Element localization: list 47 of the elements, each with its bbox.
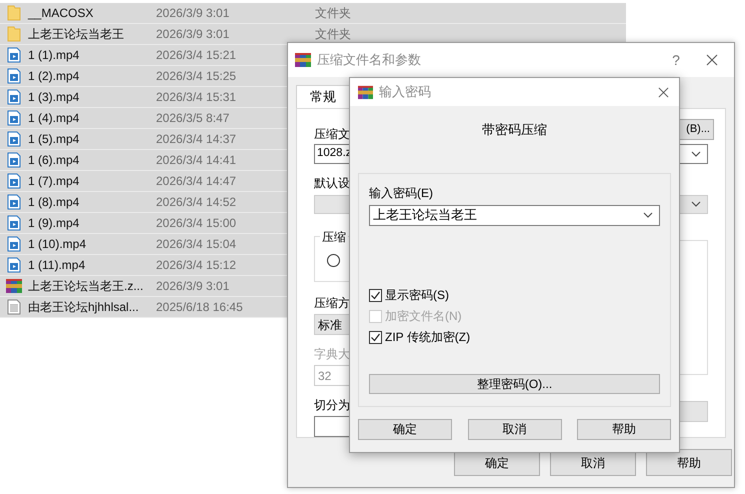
file-name: 1 (6).mp4 [28,152,80,169]
field-value: 标准 [318,316,342,334]
file-date: 2026/3/4 14:52 [156,195,236,209]
file-name: 1 (4).mp4 [28,110,80,127]
file-type: 文件夹 [315,5,351,22]
file-date: 2026/3/4 14:47 [156,174,236,188]
field-label: 输入密码(E) [369,184,434,202]
file-name: 1 (3).mp4 [28,89,80,106]
field-label: 字典大 [314,346,350,363]
checkbox-label: 显示密码(S) [385,287,449,304]
file-date: 2026/3/4 14:41 [156,153,236,167]
file-date: 2026/3/5 8:47 [156,111,230,125]
file-type: 文件夹 [315,26,351,43]
file-date: 2026/3/9 3:01 [156,279,230,293]
field-label: 压缩文 [314,128,350,140]
file-name: 1 (8).mp4 [28,194,80,211]
file-name: 1 (10).mp4 [28,236,88,253]
file-name: 由老王论坛hjhhlsal... [28,299,140,316]
window-title: 压缩文件名和参数 [317,51,422,70]
file-date: 2026/3/4 15:25 [156,69,236,83]
field-value: 32 [318,368,332,384]
file-name: 1 (11).mp4 [28,257,86,274]
file-date: 2026/3/4 15:00 [156,216,236,230]
file-name: 上老王论坛当老王.z... [28,278,144,295]
file-name: __MACOSX [28,5,94,22]
file-date: 2026/3/9 3:01 [156,6,230,20]
file-name: 上老王论坛当老王 [28,26,125,43]
file-name: 1 (5).mp4 [28,131,80,148]
field-label: 切分为 [314,397,350,414]
file-date: 2026/3/4 15:21 [156,48,236,62]
file-date: 2026/3/4 15:31 [156,90,236,104]
file-date: 2026/3/4 15:12 [156,258,236,272]
file-name: 1 (9).mp4 [28,215,80,232]
checkbox-label: 加密文件名(N) [385,308,462,325]
file-name: 1 (7).mp4 [28,173,80,190]
file-name: 1 (1).mp4 [28,47,80,64]
field-label: 默认设 [314,174,350,192]
file-date: 2025/6/18 16:45 [156,300,243,314]
checkbox-label: ZIP 传统加密(Z) [385,329,470,346]
dialog-heading: 带密码压缩 [481,121,548,139]
file-date: 2026/3/4 14:37 [156,132,236,146]
window-title: 输入密码 [379,83,432,102]
file-name: 1 (2).mp4 [28,68,80,85]
file-date: 2026/3/9 3:01 [156,27,230,41]
field-label: 压缩方 [314,295,350,312]
field-value: 上老王论坛当老王 [373,206,477,224]
file-date: 2026/3/4 15:04 [156,237,236,251]
